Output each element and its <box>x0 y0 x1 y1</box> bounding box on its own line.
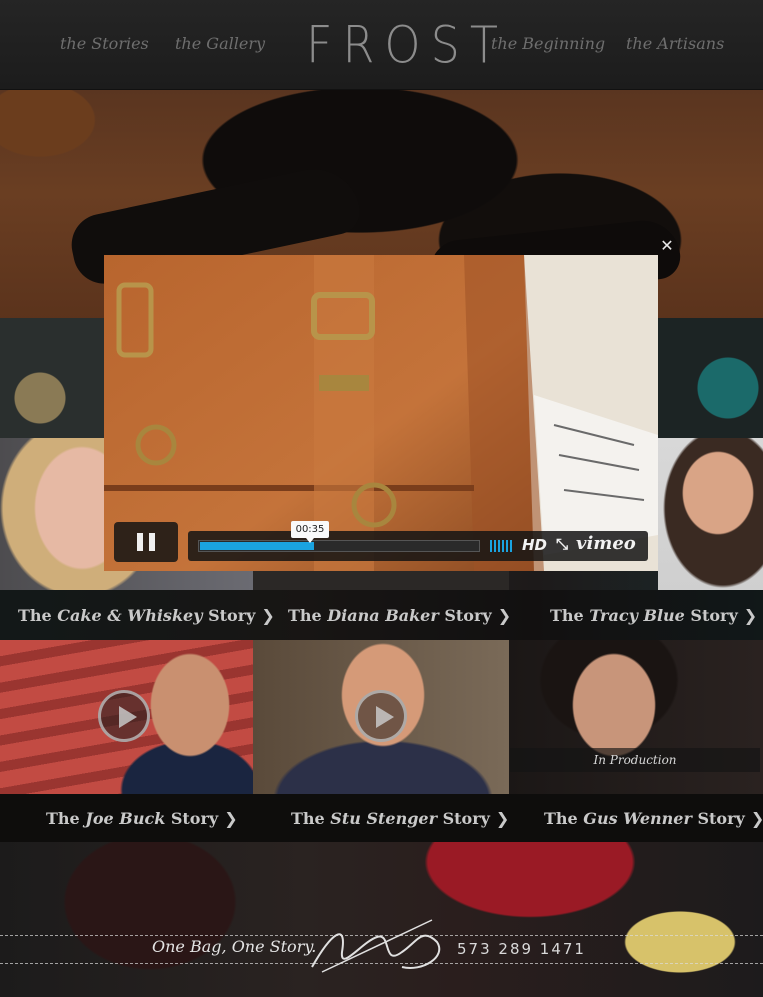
story-suffix: Story <box>437 809 490 828</box>
story-prefix: The <box>291 809 331 828</box>
story-link-diana-baker[interactable]: The Diana Baker Story ❯ <box>288 606 511 625</box>
chevron-right-icon: ❯ <box>495 809 510 828</box>
story-prefix: The <box>288 606 328 625</box>
chevron-right-icon: ❯ <box>261 606 275 625</box>
tile-decor-right <box>658 318 763 438</box>
tile-decor-left <box>0 318 106 438</box>
chevron-right-icon: ❯ <box>750 809 763 828</box>
signature-mark <box>311 919 441 973</box>
volume-icon[interactable] <box>490 540 514 552</box>
pause-icon-bar <box>149 533 155 551</box>
pause-button[interactable] <box>114 522 178 562</box>
story-suffix: Story <box>438 606 492 625</box>
story-link-joe-buck[interactable]: The Joe Buck Story ❯ <box>46 809 238 828</box>
story-name: Cake & Whiskey <box>57 606 203 625</box>
chevron-right-icon: ❯ <box>743 606 758 625</box>
story-name: Stu Stenger <box>330 809 437 828</box>
video-player[interactable] <box>104 255 658 571</box>
story-name: Gus Wenner <box>583 809 692 828</box>
story-link-stu-stenger[interactable]: The Stu Stenger Story ❯ <box>291 809 509 828</box>
vimeo-logo[interactable]: vimeo <box>576 533 636 554</box>
progress-track[interactable] <box>198 540 480 552</box>
nav-gallery[interactable]: the Gallery <box>175 34 265 53</box>
site-header: the Stories the Gallery FROST the Beginn… <box>0 0 763 90</box>
story-name: Joe Buck <box>85 809 166 828</box>
story-name: Diana Baker <box>327 606 439 625</box>
story-prefix: The <box>544 809 584 828</box>
story-suffix: Story <box>202 606 256 625</box>
video-frame-bag <box>104 255 658 571</box>
story-thumb-diana-baker[interactable] <box>253 570 509 590</box>
close-icon[interactable]: ✕ <box>658 237 676 255</box>
timecode-tooltip: 00:35 <box>291 521 329 543</box>
progress-fill <box>200 542 314 550</box>
nav-artisans: the Artisans <box>626 34 725 53</box>
story-link-tracy-blue[interactable]: The Tracy Blue Story ❯ <box>550 606 757 625</box>
chevron-right-icon: ❯ <box>224 809 238 828</box>
story-suffix: Story <box>691 809 745 828</box>
story-prefix: The <box>550 606 590 625</box>
video-controls: HD ⤡ vimeo <box>188 531 648 561</box>
nav-beginning[interactable]: the Beginning <box>491 34 605 53</box>
story-suffix: Story <box>684 606 738 625</box>
story-link-cake-whiskey[interactable]: The Cake & Whiskey Story ❯ <box>18 606 275 625</box>
hd-toggle[interactable]: HD <box>522 536 547 554</box>
play-icon[interactable] <box>355 690 407 742</box>
chevron-right-icon: ❯ <box>497 606 512 625</box>
fullscreen-icon[interactable]: ⤡ <box>556 535 568 553</box>
pause-icon <box>137 533 143 551</box>
footer-tagline: One Bag, One Story. <box>152 937 317 956</box>
site-logo[interactable]: FROST <box>306 17 498 73</box>
story-prefix: The <box>18 606 58 625</box>
story-name: Tracy Blue <box>589 606 685 625</box>
in-production-badge: In Production <box>510 748 760 772</box>
play-icon[interactable] <box>98 690 150 742</box>
story-thumb-tracy-blue[interactable] <box>658 438 763 590</box>
footer-phone[interactable]: 573 289 1471 <box>457 940 586 958</box>
story-link-gus-wenner[interactable]: The Gus Wenner Story ❯ <box>544 809 763 828</box>
story-suffix: Story <box>165 809 219 828</box>
story-prefix: The <box>46 809 86 828</box>
nav-stories[interactable]: the Stories <box>60 34 149 53</box>
